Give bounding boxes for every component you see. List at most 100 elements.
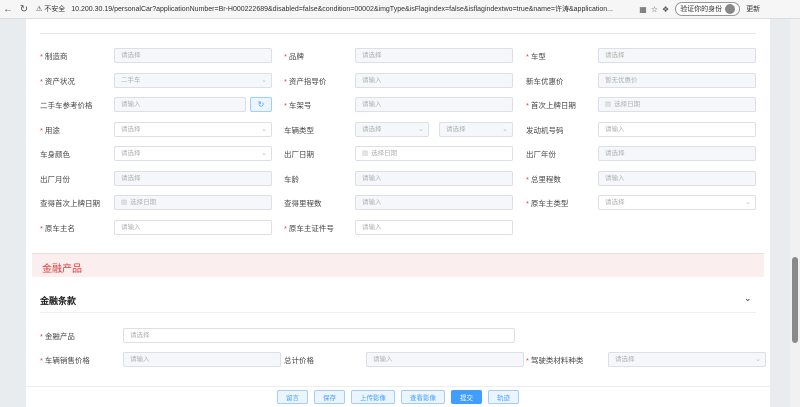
field-label-text: 车辆类型 [284, 125, 314, 135]
text-input[interactable]: 请输入 [114, 219, 272, 235]
footer-button[interactable]: 上传影像 [351, 390, 395, 404]
field-label: * 原车主类型 [526, 198, 568, 209]
footer-button[interactable]: 留言 [277, 390, 308, 404]
field-label-text: 资产状况 [44, 76, 75, 86]
reload-icon[interactable]: ↻ [16, 1, 32, 17]
reader-icon[interactable]: ▦ [639, 5, 647, 14]
calendar-icon: ▤ [362, 150, 369, 157]
field-label: * 用途 [40, 125, 60, 136]
chevron-down-icon[interactable]: ⌄ [744, 293, 752, 304]
field-label-text: 资产指导价 [288, 76, 327, 86]
address-bar[interactable]: 10.200.30.19/personalCar?applicationNumb… [71, 4, 631, 14]
update-button[interactable]: 更新 [746, 4, 760, 14]
verify-identity-button[interactable]: 验证你的身份 [675, 2, 741, 16]
select-input[interactable]: 请选择 ⌄ [114, 146, 272, 161]
field-label-text: 金融产品 [44, 332, 75, 341]
favorite-icon[interactable]: ☆ [651, 5, 658, 14]
select-input[interactable]: 请选择 ⌄ [114, 121, 272, 137]
placeholder-text: 二手车 [121, 76, 141, 84]
text-input[interactable]: 请输入 [114, 97, 246, 112]
text-input[interactable]: 请输入 [355, 170, 513, 186]
text-input[interactable]: 请输入 [598, 170, 756, 186]
select-input[interactable]: 请选择 ⌄ [608, 352, 766, 367]
select-input[interactable]: 请选择 ⌄ [598, 195, 756, 210]
text-input[interactable]: 请输入 [355, 219, 513, 235]
placeholder-text: 请选择 [362, 52, 382, 59]
required-marker: * [526, 52, 529, 61]
select-input[interactable]: 二手车 ⌄ [114, 72, 272, 88]
required-marker: * [526, 199, 529, 208]
required-marker: * [40, 223, 43, 233]
finance-section-title: 金融产品 [42, 264, 82, 275]
field-label-text: 车架号 [288, 101, 312, 110]
field-label-text: 车身颜色 [40, 150, 70, 159]
field-label: 新车优惠价 [526, 76, 564, 87]
form-row: * 原车主名 请输入 * 原车主证件号 请输入 [26, 219, 770, 236]
date-input[interactable]: ▤ 选择日期 [114, 195, 272, 210]
extensions-icon[interactable]: ❖ [662, 5, 669, 14]
text-input[interactable]: 请选择 [114, 170, 272, 186]
select-input[interactable]: 请选择 ⌄ [439, 121, 513, 137]
text-input[interactable]: 暂无优惠价 [598, 72, 756, 88]
text-input[interactable]: 请选择 [123, 328, 515, 343]
avatar [725, 4, 736, 14]
required-marker: * [284, 223, 287, 233]
form-row: 车身颜色 请选择 ⌄ 出厂日期 ▤ 选择日期 出厂年份 请选择 [26, 146, 770, 162]
field-label: * 品牌 [284, 51, 304, 62]
field-label: 出厂月份 [40, 174, 70, 185]
scrollbar[interactable] [790, 19, 800, 407]
footer-button[interactable]: 保存 [314, 390, 345, 404]
field-label: * 车型 [526, 51, 546, 62]
text-input[interactable]: 请输入 [355, 195, 513, 210]
placeholder-text: 请输入 [121, 223, 141, 231]
select-input[interactable]: 请选择 ⌄ [355, 121, 429, 137]
insecure-badge[interactable]: ⚠ 不安全 [36, 4, 65, 14]
placeholder-text: 请选择 [121, 174, 141, 182]
text-input[interactable]: 请输入 [355, 97, 513, 112]
text-input[interactable]: 请选择 [355, 48, 513, 63]
field-label: 出厂日期 [284, 149, 314, 160]
text-input[interactable]: 请输入 [123, 352, 281, 367]
placeholder-text: 请输入 [362, 223, 382, 231]
placeholder-text: 请选择 [615, 356, 635, 363]
placeholder-text: 请输入 [362, 199, 382, 206]
required-marker: * [526, 174, 529, 184]
field-label: 车龄 [284, 174, 299, 185]
date-input[interactable]: ▤ 选择日期 [598, 97, 756, 112]
required-marker: * [284, 52, 287, 61]
field-label-text: 用途 [44, 125, 60, 135]
insecure-label: 不安全 [44, 6, 66, 13]
footer-button[interactable]: 提交 [451, 390, 482, 404]
placeholder-text: 请选择 [605, 150, 625, 157]
placeholder-text: 请输入 [362, 174, 382, 182]
scrollbar-thumb[interactable] [792, 257, 798, 343]
refresh-button[interactable]: ↻ [250, 97, 272, 112]
form-row: * 资产状况 二手车 ⌄ * 资产指导价 请输入 新车优惠价 暂无优惠价 [26, 72, 770, 89]
field-label: 出厂年份 [526, 149, 556, 160]
required-marker: * [40, 76, 43, 86]
footer-button[interactable]: 查看影像 [401, 390, 445, 404]
field-label-text: 出厂月份 [40, 174, 70, 184]
placeholder-text: 请选择 [362, 125, 382, 133]
back-icon[interactable]: ← [0, 1, 16, 17]
field-label-text: 新车优惠价 [526, 76, 564, 86]
text-input[interactable]: 请选择 [114, 48, 272, 63]
field-label: * 总里程数 [526, 174, 561, 185]
text-input[interactable]: 请选择 [598, 48, 756, 63]
field-label-text: 首次上牌日期 [530, 101, 576, 110]
form-row: * 用途 请选择 ⌄ 车辆类型 请选择 ⌄ 请选择 ⌄ 发动机号码 请输入 [26, 121, 770, 138]
field-label: 查得首次上牌日期 [40, 198, 100, 209]
text-input[interactable]: 请选择 [598, 146, 756, 161]
field-label-text: 驾驶类材料种类 [530, 356, 584, 365]
field-label-text: 总里程数 [530, 174, 561, 184]
footer-button[interactable]: 轨迹 [488, 390, 519, 404]
field-label: 查得里程数 [284, 198, 322, 209]
field-label-text: 查得首次上牌日期 [40, 199, 100, 208]
text-input[interactable]: 请输入 [355, 72, 513, 88]
text-input[interactable]: 请输入 [366, 352, 524, 367]
field-label-text: 原车主类型 [530, 199, 569, 208]
date-input[interactable]: ▤ 选择日期 [355, 146, 513, 161]
field-label: * 资产指导价 [284, 76, 326, 87]
text-input[interactable]: 请输入 [598, 121, 756, 137]
placeholder-text: 请选择 [121, 150, 141, 157]
